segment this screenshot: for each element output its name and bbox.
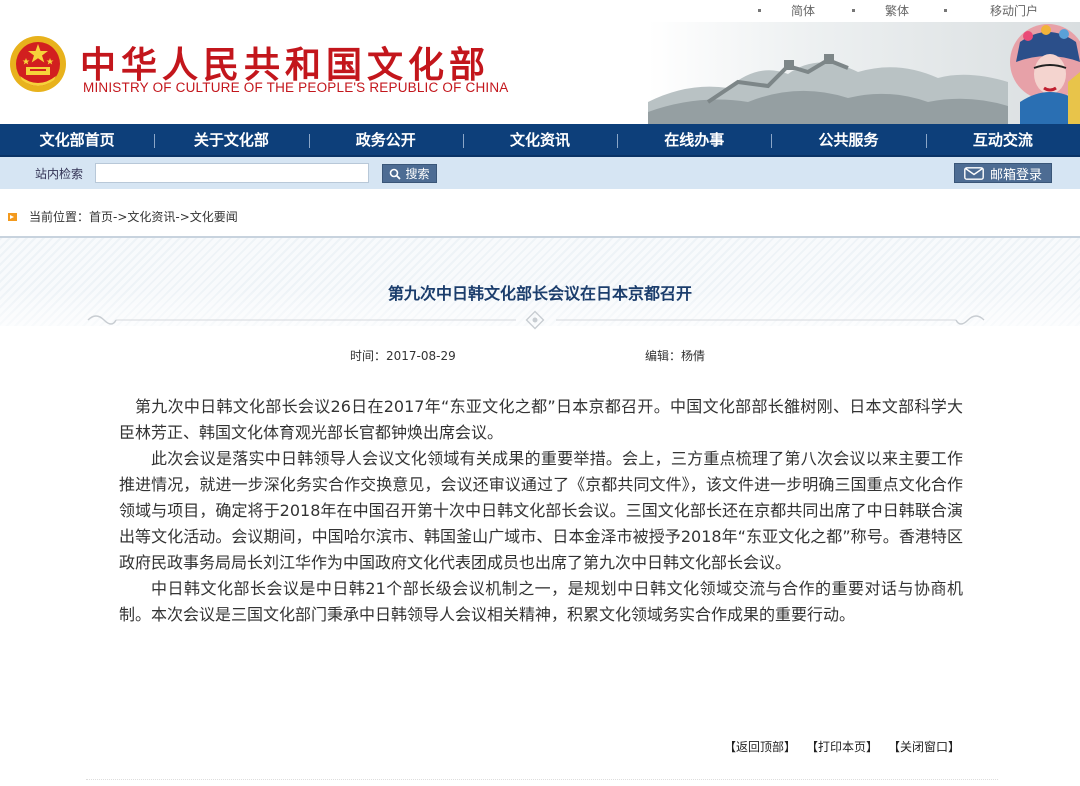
- nav-item-culture-news[interactable]: 文化资讯: [462, 124, 617, 155]
- magnifier-icon: [390, 168, 402, 180]
- envelope-icon: [964, 166, 984, 180]
- site-title-en: MINISTRY OF CULTURE OF THE PEOPLE'S REPU…: [83, 80, 509, 95]
- time-value: 2017-08-29: [386, 349, 456, 363]
- lang-traditional-link[interactable]: 繁体: [852, 2, 909, 19]
- breadcrumb-prefix: 当前位置：: [29, 210, 90, 224]
- breadcrumb-path[interactable]: 首页->文化资讯->文化要闻: [89, 208, 238, 225]
- nav-item-government-affairs[interactable]: 政务公开: [308, 124, 463, 155]
- search-input[interactable]: [95, 163, 369, 183]
- editor-value: 杨倩: [681, 349, 706, 363]
- nav-item-home[interactable]: 文化部首页: [0, 124, 154, 155]
- ornamental-divider: [87, 310, 985, 330]
- breadcrumb: 当前位置： 首页->文化资讯->文化要闻: [8, 208, 238, 225]
- nav-item-online-services[interactable]: 在线办事: [617, 124, 771, 155]
- close-window-link[interactable]: 【关闭窗口】: [888, 738, 960, 755]
- print-page-link[interactable]: 【打印本页】: [806, 738, 878, 755]
- search-label: 站内检索: [35, 167, 84, 181]
- article-body: 第九次中日韩文化部长会议26日在2017年“东亚文化之都”日本京都召开。中国文化…: [119, 394, 963, 628]
- mail-login-label: 邮箱登录: [989, 167, 1042, 183]
- search-button[interactable]: 搜索: [382, 164, 437, 183]
- time-label: 时间：: [350, 349, 387, 363]
- nav-item-about[interactable]: 关于文化部: [154, 124, 308, 155]
- language-bar: 简体 繁体 移动门户: [0, 0, 1080, 22]
- lang-simplified-link[interactable]: 简体: [758, 2, 815, 19]
- bullet-icon: [944, 9, 947, 12]
- main-nav: 文化部首页 关于文化部 政务公开 文化资讯 在线办事 公共服务 互动交流: [0, 124, 1080, 157]
- nav-item-public-services[interactable]: 公共服务: [771, 124, 925, 155]
- bullet-icon: [852, 9, 855, 12]
- article-time: 时间：2017-08-29: [350, 347, 456, 364]
- arrow-marker-icon: [8, 212, 17, 221]
- bullet-icon: [758, 9, 761, 12]
- search-bar: 站内检索 搜索 邮箱登录: [0, 157, 1080, 189]
- article-paragraph: 此次会议是落实中日韩领导人会议文化领域有关成果的重要举措。会上，三方重点梳理了第…: [119, 449, 963, 572]
- mobile-portal-link[interactable]: 移动门户: [944, 2, 1038, 19]
- nav-item-interaction[interactable]: 互动交流: [925, 124, 1080, 155]
- article-paragraph: 第九次中日韩文化部长会议26日在2017年“东亚文化之都”日本京都召开。中国文化…: [119, 397, 963, 442]
- article-title: 第九次中日韩文化部长会议在日本京都召开: [387, 284, 692, 303]
- bottom-divider: [86, 779, 998, 780]
- search-button-label: 搜索: [405, 167, 430, 181]
- article-footer-links: 【返回顶部】 【打印本页】 【关闭窗口】: [724, 738, 960, 755]
- site-header: 中华人民共和国文化部 MINISTRY OF CULTURE OF THE PE…: [0, 22, 1080, 124]
- article-paragraph: 中日韩文化部长会议是中日韩21个部长级会议机制之一，是规划中日韩文化领域交流与合…: [119, 579, 963, 624]
- editor-label: 编辑：: [645, 349, 682, 363]
- great-wall-opera-banner: [648, 22, 1080, 124]
- back-to-top-link[interactable]: 【返回顶部】: [724, 738, 796, 755]
- national-emblem-icon[interactable]: [8, 34, 68, 94]
- article-editor: 编辑：杨倩: [645, 347, 705, 364]
- mail-login-button[interactable]: 邮箱登录: [954, 163, 1052, 183]
